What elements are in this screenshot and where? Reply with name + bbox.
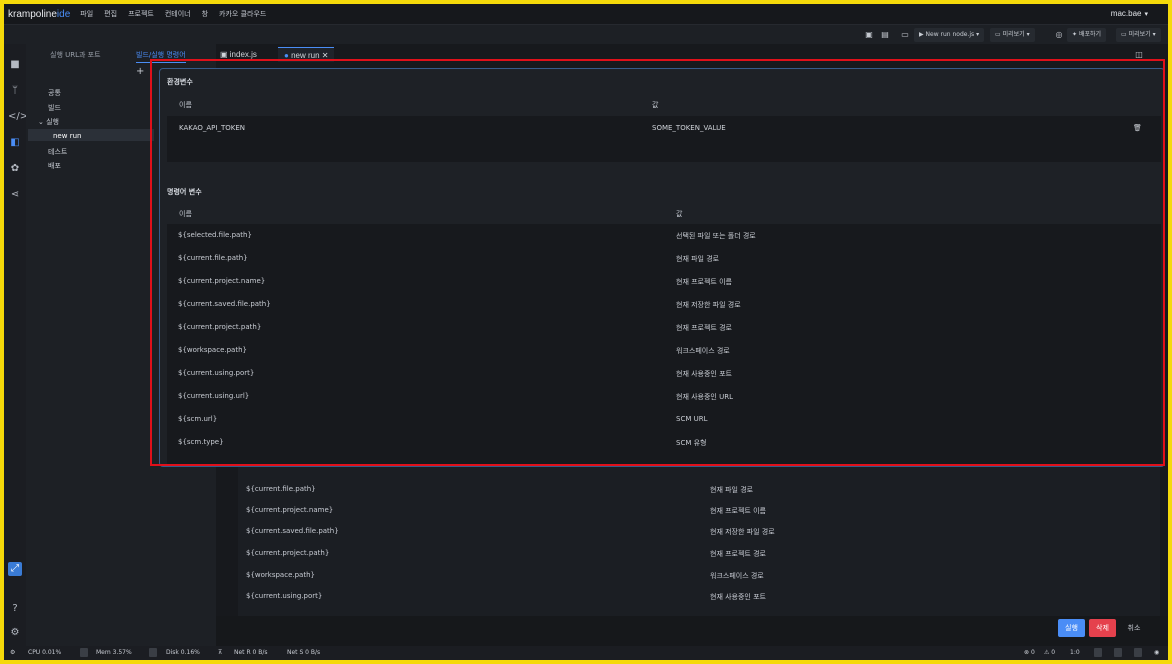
user-menu[interactable]: mac.bae ▾ (1111, 9, 1148, 18)
table-row: ${current.using.url} 현재 사용중인 URL (167, 385, 1161, 408)
status-bar: ⚙ CPU 0.01% Mem 3.57% Disk 0.16% ⊼ Net R… (4, 646, 1168, 660)
activity-bar: ■ ᛘ </> ◧ ✿ ⋖ ⤢ ? ⚙ (4, 44, 28, 646)
help-icon[interactable]: ? (8, 602, 22, 616)
table-row: ${current.project.name} 현재 프로젝트 이름 (167, 270, 1161, 293)
settings-gear-icon[interactable]: ⚙ (8, 626, 22, 640)
dot-icon: ● (284, 51, 289, 60)
chevron-down-icon: ⌄ (38, 118, 47, 126)
tab-run-url-port[interactable]: 실행 URL과 포트 (50, 47, 101, 63)
share-icon[interactable]: ⋖ (8, 188, 22, 202)
status-cpu: CPU 0.01% (28, 649, 62, 656)
git-branch-icon[interactable]: ᛘ (8, 84, 22, 98)
build-run-icon[interactable]: ◧ (8, 136, 22, 150)
table-row: ${workspace.path} 워크스페이스 경로 (167, 339, 1161, 362)
memory-icon (80, 648, 88, 657)
cmd-section-title: 명령어 변수 (167, 188, 202, 196)
fullscreen-icon[interactable]: ⤢ (8, 562, 22, 576)
env-header-value: 값 (652, 101, 659, 109)
tree-item-run[interactable]: ⌄ 실행 (38, 117, 59, 127)
menu-kakao-cloud[interactable]: 카카오 클라우드 (219, 9, 266, 19)
table-row: ${scm.type} SCM 유형 (167, 431, 1161, 454)
app-logo: krampolineide (8, 8, 71, 20)
table-row: ${current.project.path} 현재 프로젝트 경로 (246, 549, 766, 558)
panel-icon[interactable] (1114, 648, 1122, 657)
status-net-s: Net S 0 B/s (287, 649, 321, 656)
cmd-header-value: 값 (676, 210, 683, 218)
env-row: KAKAO_API_TOKEN SOME_TOKEN_VALUE 🗑 (167, 116, 1161, 162)
table-row: ${current.saved.file.path} 현재 저장한 파일 경로 (246, 527, 775, 536)
table-row: ${current.file.path} 현재 파일 경로 (246, 485, 754, 494)
status-mem: Mem 3.57% (96, 649, 132, 656)
warning-count[interactable]: ⚠ 0 (1044, 649, 1055, 656)
split-view-icon[interactable]: ◫ (1134, 50, 1144, 60)
terminal-icon[interactable]: ▭ (900, 30, 910, 40)
table-row (167, 454, 1161, 466)
tree-item-build[interactable]: 빌드 (48, 103, 61, 113)
variables-panel: 환경변수 이름 값 KAKAO_API_TOKEN SOME_TOKEN_VAL… (159, 68, 1165, 467)
eye-icon[interactable]: ◉ (1154, 649, 1159, 656)
code-icon[interactable]: </> (8, 110, 28, 124)
cancel-button[interactable]: 취소 (1120, 619, 1148, 637)
table-row: ${selected.file.path} 선택된 파일 또는 폴더 경로 (167, 224, 1161, 247)
table-row: ${workspace.path} 워크스페이스 경로 (246, 571, 764, 580)
menu-container[interactable]: 컨테이너 (165, 9, 191, 19)
disk-icon (149, 648, 157, 657)
table-row: ${current.saved.file.path} 현재 저장한 파일 경로 (167, 293, 1161, 316)
cmd-header-name: 이름 (179, 210, 192, 218)
menu-file[interactable]: 파일 (80, 9, 93, 19)
menu-edit[interactable]: 편집 (104, 9, 117, 19)
deploy-icon[interactable]: ✿ (8, 162, 22, 176)
tree-item-deploy[interactable]: 배포 (48, 161, 61, 171)
status-net-r: Net R 0 B/s (234, 649, 268, 656)
table-row: ${current.project.path} 현재 프로젝트 경로 (167, 316, 1161, 339)
env-row-name[interactable]: KAKAO_API_TOKEN (179, 124, 245, 132)
close-icon[interactable]: ✕ (322, 51, 329, 60)
tree-selection (28, 129, 154, 141)
tree-item-test[interactable]: 테스트 (48, 147, 67, 157)
table-row: ${scm.url} SCM URL (167, 408, 1161, 431)
add-icon[interactable]: + (136, 66, 144, 77)
preview-button[interactable]: ▭ 미리보기 ▾ (1116, 28, 1161, 42)
preview-select[interactable]: ▭ 미리보기 ▾ (990, 28, 1035, 42)
menubar: krampolineide 파일 편집 프로젝트 컨테이너 창 카카오 클라우드… (4, 4, 1168, 24)
table-row: ${current.project.name} 현재 프로젝트 이름 (246, 506, 766, 515)
action-bar (216, 616, 1168, 646)
gear-icon[interactable]: ⚙ (10, 649, 15, 656)
deploy-button[interactable]: ✦ 배포하기 (1067, 28, 1107, 42)
cursor-position: 1:0 (1070, 649, 1080, 656)
network-icon: ⊼ (218, 649, 223, 656)
env-header-name: 이름 (179, 101, 192, 109)
layout-icon[interactable] (1094, 648, 1102, 657)
save-all-icon[interactable]: ▤ (880, 30, 890, 40)
menu-project[interactable]: 프로젝트 (128, 9, 154, 19)
tab-build-run-commands[interactable]: 빌드/실행 명령어 (136, 47, 186, 63)
save-icon[interactable]: ▣ (864, 30, 874, 40)
toolbar: ▣ ▤ ▭ ▶ New run node.js ▾ ▭ 미리보기 ▾ ◎ ✦ 배… (4, 24, 1168, 44)
env-section-title: 환경변수 (167, 78, 193, 86)
tab-new-run[interactable]: ● new run ✕ (278, 47, 335, 62)
globe-icon[interactable]: ◎ (1054, 30, 1064, 40)
table-row: ${current.file.path} 현재 파일 경로 (167, 247, 1161, 270)
tree-item-common[interactable]: 공통 (48, 88, 61, 98)
sidebar-icon[interactable] (1134, 648, 1142, 657)
ide-window: krampolineide 파일 편집 프로젝트 컨테이너 창 카카오 클라우드… (4, 4, 1168, 660)
run-button[interactable]: 실행 (1058, 619, 1085, 637)
delete-button[interactable]: 삭제 (1089, 619, 1116, 637)
status-disk: Disk 0.16% (166, 649, 200, 656)
trash-icon[interactable]: 🗑 (1133, 124, 1142, 133)
env-row-value[interactable]: SOME_TOKEN_VALUE (652, 124, 726, 132)
tree-item-new-run[interactable]: new run (53, 132, 81, 140)
caret-down-icon: ▾ (1144, 11, 1148, 18)
error-count[interactable]: ⊗ 0 (1024, 649, 1035, 656)
folder-icon[interactable]: ■ (8, 58, 22, 72)
run-config-select[interactable]: ▶ New run node.js ▾ (914, 28, 985, 42)
tab-index-js[interactable]: ▣ index.js (220, 47, 257, 62)
table-row: ${current.using.port} 현재 사용중인 포트 (167, 362, 1161, 385)
background-variable-table: ${current.file.path} 현재 파일 경로 ${current.p… (238, 459, 1160, 634)
menu-window[interactable]: 창 (202, 9, 208, 19)
table-row: ${current.using.port} 현재 사용중인 포트 (246, 592, 766, 601)
